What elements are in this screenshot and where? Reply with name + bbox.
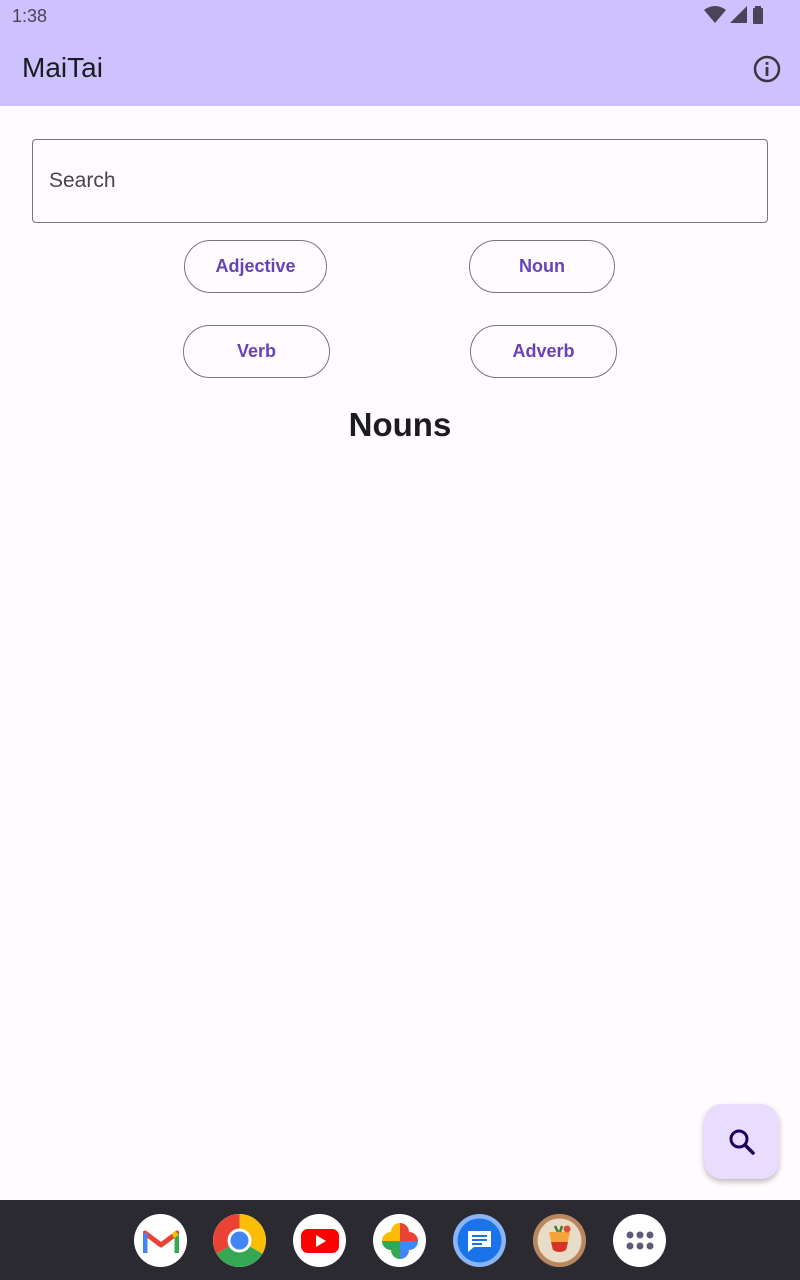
status-bar: 1:38	[0, 0, 800, 32]
search-input[interactable]	[33, 140, 767, 222]
app-title: MaiTai	[22, 52, 103, 83]
status-icons	[704, 6, 764, 24]
gmail-app-icon[interactable]	[134, 1214, 187, 1267]
info-icon	[753, 55, 781, 83]
app-bar: MaiTai	[0, 32, 800, 106]
chrome-app-icon[interactable]	[213, 1214, 266, 1267]
cocktail-icon	[533, 1214, 586, 1267]
search-fab[interactable]	[704, 1104, 779, 1179]
battery-icon	[753, 6, 763, 24]
section-title: Nouns	[348, 406, 452, 443]
signal-icon	[730, 6, 747, 23]
app-drawer-button[interactable]	[613, 1214, 666, 1267]
photos-app-icon[interactable]	[373, 1214, 426, 1267]
youtube-app-icon[interactable]	[293, 1214, 346, 1267]
adverb-button[interactable]: Adverb	[470, 325, 617, 378]
youtube-icon	[300, 1228, 339, 1253]
wifi-icon	[704, 6, 726, 23]
photos-icon	[381, 1222, 418, 1259]
cocktail-app-icon[interactable]	[533, 1214, 586, 1267]
messages-app-icon[interactable]	[453, 1214, 506, 1267]
search-icon	[729, 1129, 755, 1155]
noun-button[interactable]: Noun	[469, 240, 615, 293]
search-field[interactable]	[32, 139, 768, 223]
verb-button[interactable]: Verb	[183, 325, 330, 378]
chrome-icon	[213, 1214, 266, 1267]
info-button[interactable]	[752, 54, 782, 84]
status-time: 1:38	[12, 6, 48, 26]
app-grid-icon	[626, 1231, 653, 1249]
gmail-icon	[142, 1230, 179, 1253]
taskbar	[0, 1200, 800, 1280]
messages-icon	[457, 1218, 502, 1263]
adjective-button[interactable]: Adjective	[184, 240, 327, 293]
